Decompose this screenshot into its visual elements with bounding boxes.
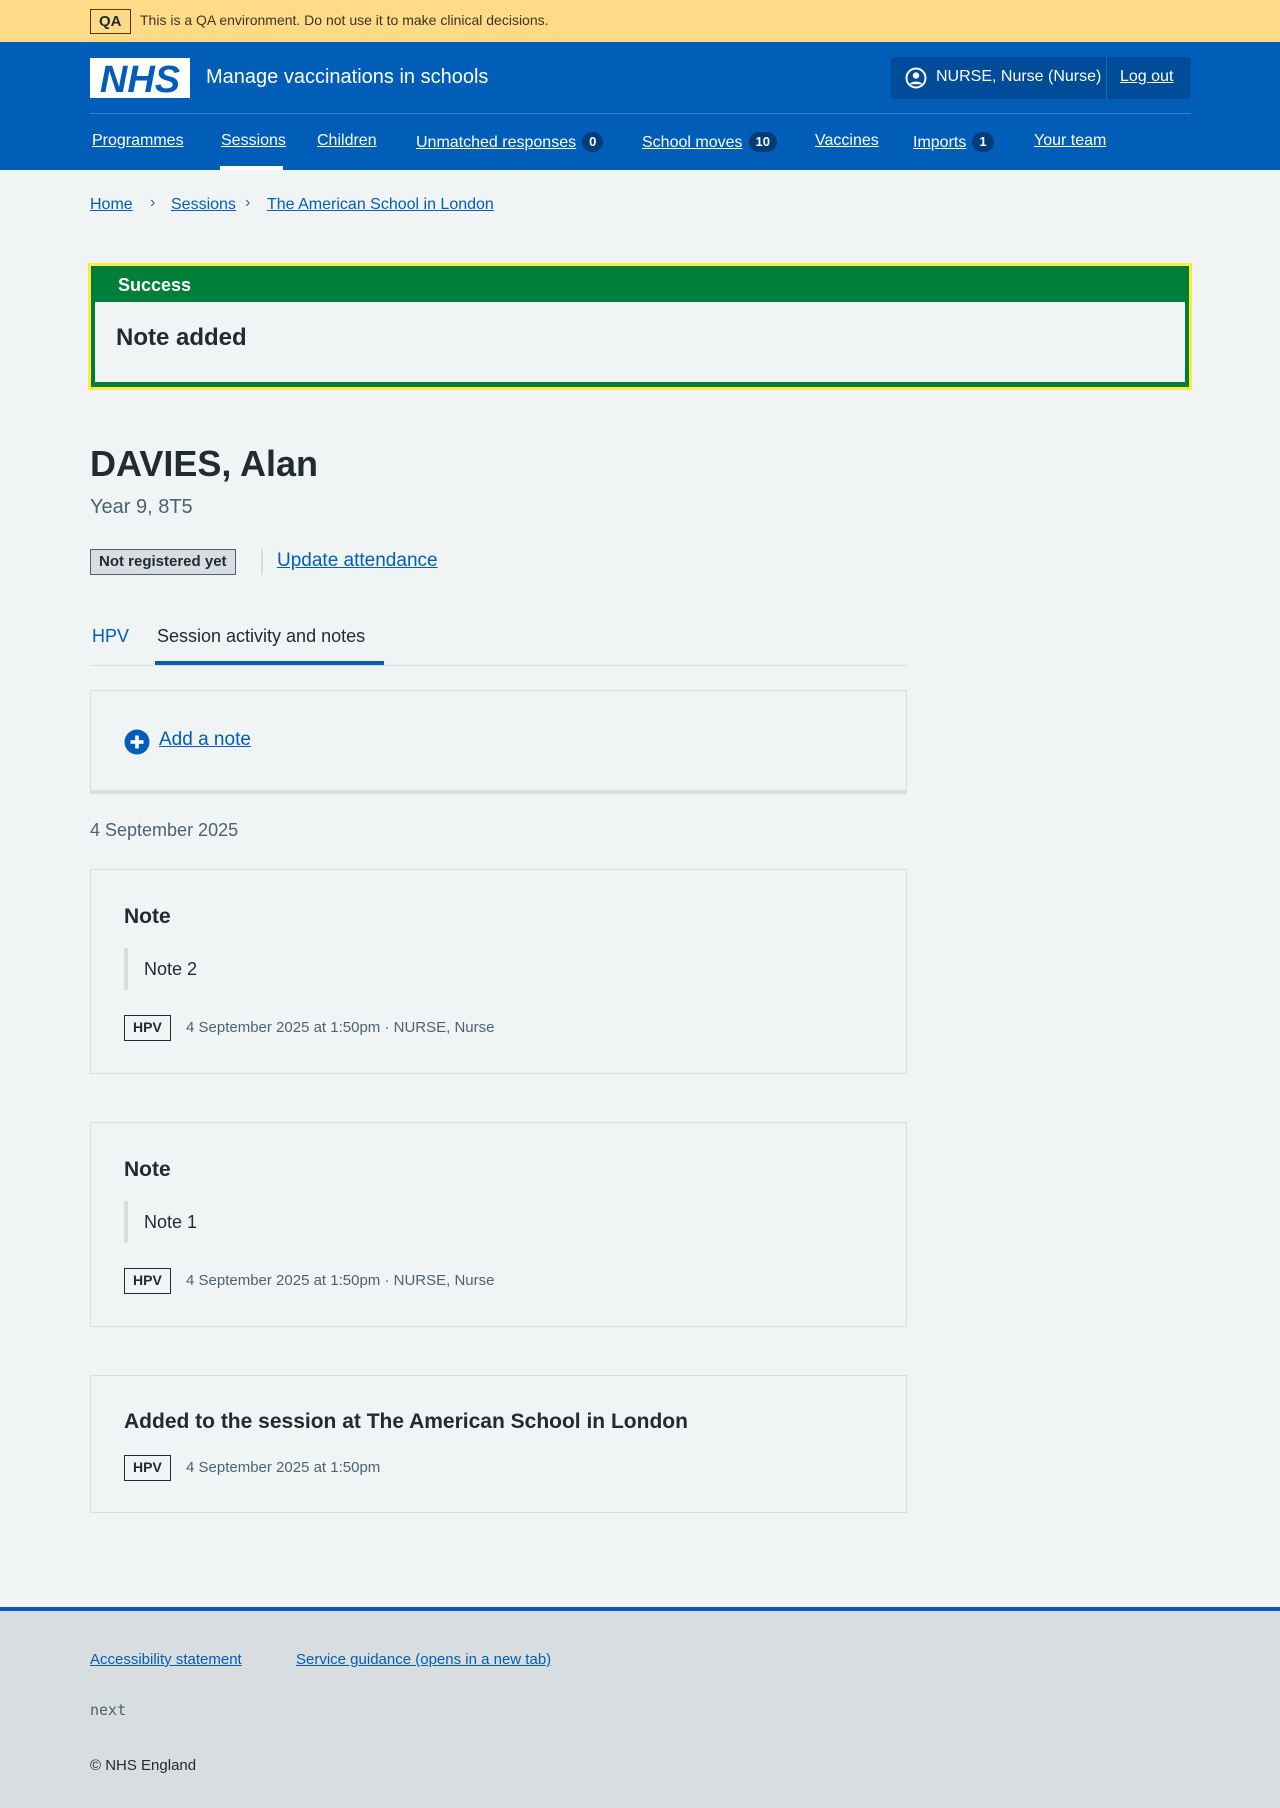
- nav-count-badge: 10: [748, 132, 777, 152]
- nhs-logo[interactable]: NHS: [90, 58, 190, 98]
- plus-circle-icon[interactable]: [124, 729, 150, 755]
- tabs-divider: [90, 665, 907, 666]
- nhs-logo-text: NHS: [100, 59, 180, 98]
- note-inset: Note 2: [124, 948, 524, 990]
- qa-tag: QA: [90, 9, 131, 34]
- nav-unmatched-responses[interactable]: Unmatched responses 0: [416, 132, 604, 152]
- note-inset: Note 1: [124, 1201, 524, 1243]
- tab-active-indicator: [155, 661, 384, 665]
- service-guidance-link[interactable]: Service guidance (opens in a new tab): [296, 1651, 551, 1668]
- nav-programmes[interactable]: Programmes: [92, 132, 184, 150]
- programme-tag: HPV: [124, 1015, 171, 1041]
- update-attendance-link[interactable]: Update attendance: [277, 550, 438, 572]
- header-divider: [90, 113, 1191, 114]
- date-heading: 4 September 2025: [90, 820, 239, 840]
- nav-imports[interactable]: Imports 1: [913, 132, 994, 152]
- qa-environment-banner: QA This is a QA environment. Do not use …: [0, 0, 1280, 42]
- nav-sessions[interactable]: Sessions: [221, 132, 286, 150]
- tab-hpv[interactable]: HPV: [92, 626, 129, 647]
- service-name[interactable]: Manage vaccinations in schools: [206, 66, 488, 89]
- add-note-link[interactable]: Add a note: [159, 729, 251, 751]
- programme-tag: HPV: [124, 1268, 171, 1294]
- build-label: next: [90, 1701, 127, 1719]
- success-banner: Success Note added: [88, 263, 1192, 390]
- activity-title: Note: [124, 1158, 171, 1181]
- add-note-card: Add a note: [90, 690, 907, 794]
- page-title: DAVIES, Alan: [90, 443, 319, 484]
- qa-banner-text: This is a QA environment. Do not use it …: [140, 12, 549, 28]
- account-name: NURSE, Nurse (Nurse): [936, 68, 1102, 85]
- divider: [261, 549, 263, 575]
- breadcrumb-session[interactable]: The American School in London: [267, 196, 494, 214]
- account-menu: NURSE, Nurse (Nurse) Log out: [891, 57, 1191, 99]
- account-divider: [1106, 57, 1107, 99]
- copyright: © NHS England: [90, 1757, 197, 1774]
- activity-card: Note Note 2 HPV 4 September 2025 at 1:50…: [90, 869, 907, 1074]
- nav-active-indicator: [220, 166, 283, 170]
- breadcrumb-sessions[interactable]: Sessions: [171, 196, 236, 214]
- nav-school-moves[interactable]: School moves 10: [642, 132, 777, 152]
- status-badge: Not registered yet: [90, 549, 236, 575]
- programme-tag: HPV: [124, 1455, 171, 1481]
- header: NHS Manage vaccinations in schools NURSE…: [0, 42, 1280, 170]
- footer: Accessibility statement Service guidance…: [0, 1607, 1280, 1808]
- activity-meta: 4 September 2025 at 1:50pm · NURSE, Nurs…: [186, 1272, 495, 1289]
- activity-meta: 4 September 2025 at 1:50pm: [186, 1459, 381, 1476]
- activity-title: Added to the session at The American Sch…: [124, 1410, 688, 1433]
- note-body: Note 1: [144, 1212, 198, 1232]
- activity-title: Note: [124, 905, 171, 928]
- activity-meta: 4 September 2025 at 1:50pm · NURSE, Nurs…: [186, 1019, 495, 1036]
- success-title: Success: [118, 275, 192, 295]
- nav-count-badge: 0: [582, 132, 604, 152]
- success-message: Note added: [116, 324, 247, 351]
- logout-link[interactable]: Log out: [1120, 68, 1173, 86]
- nav-count-badge: 1: [972, 132, 994, 152]
- tab-session-activity[interactable]: Session activity and notes: [157, 626, 365, 647]
- activity-card: Added to the session at The American Sch…: [90, 1375, 907, 1513]
- nav-your-team[interactable]: Your team: [1034, 132, 1106, 150]
- success-content: Note added: [95, 302, 1185, 382]
- user-icon: [905, 67, 927, 89]
- nav-children[interactable]: Children: [317, 132, 377, 150]
- accessibility-statement-link[interactable]: Accessibility statement: [90, 1651, 242, 1668]
- chevron-right-icon: ›: [245, 194, 251, 211]
- patient-year-group: Year 9, 8T5: [90, 496, 193, 518]
- activity-card: Note Note 1 HPV 4 September 2025 at 1:50…: [90, 1122, 907, 1327]
- note-body: Note 2: [144, 959, 198, 979]
- nav-vaccines[interactable]: Vaccines: [815, 132, 879, 150]
- chevron-right-icon: ›: [150, 194, 156, 211]
- breadcrumb-home[interactable]: Home: [90, 196, 133, 214]
